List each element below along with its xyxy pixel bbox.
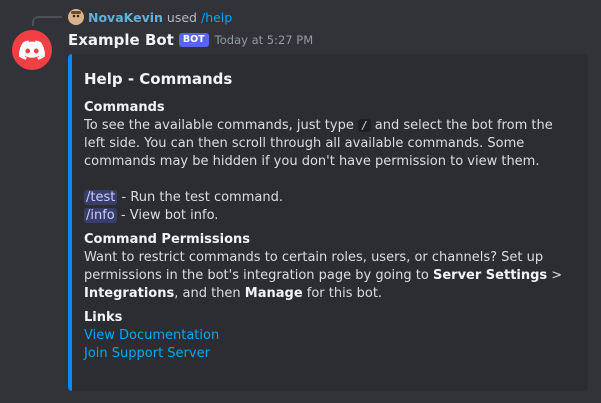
reply-username[interactable]: NovaKevin — [88, 10, 163, 25]
permissions-field-value: Want to restrict commands to certain rol… — [84, 249, 576, 303]
info-command-mention[interactable]: /info — [84, 208, 117, 223]
server-settings-bold: Server Settings — [432, 268, 548, 283]
commands-field: Commands To see the available commands, … — [84, 99, 576, 225]
reply-context[interactable]: NovaKevin used /help — [68, 8, 232, 26]
timestamp[interactable]: Today at 5:27 PM — [215, 33, 313, 47]
join-support-server-link[interactable]: Join Support Server — [84, 345, 576, 363]
author-name[interactable]: Example Bot — [68, 31, 174, 49]
permissions-text-2: , and then — [174, 286, 245, 301]
embed-title: Help - Commands — [84, 70, 233, 88]
bot-tag-badge: BOT — [178, 33, 209, 47]
links-field: Links View Documentation Join Support Se… — [84, 309, 576, 363]
embed: Help - Commands Commands To see the avai… — [68, 54, 588, 391]
message-header: Example Bot BOT Today at 5:27 PM — [68, 31, 313, 49]
info-command-desc: - View bot info. — [116, 208, 219, 223]
bot-avatar[interactable] — [12, 30, 52, 70]
test-command-mention[interactable]: /test — [84, 190, 118, 205]
permissions-text-3: for this bot. — [302, 286, 383, 301]
permissions-field: Command Permissions Want to restrict com… — [84, 231, 576, 303]
reply-spine — [32, 16, 62, 26]
integrations-bold: Integrations — [84, 286, 175, 301]
message: NovaKevin used /help Example Bot BOT Tod… — [0, 0, 601, 403]
permissions-separator: > — [547, 268, 563, 283]
commands-field-name: Commands — [84, 100, 165, 115]
manage-bold: Manage — [244, 286, 303, 301]
commands-field-value: To see the available commands, just type… — [84, 117, 576, 225]
commands-text-3: You can then scroll through all availabl… — [84, 136, 540, 169]
links-field-name: Links — [84, 310, 123, 325]
slash-inline-code: / — [357, 119, 371, 132]
links-field-value: View Documentation Join Support Server — [84, 327, 576, 363]
reply-command[interactable]: /help — [201, 10, 232, 25]
reply-avatar[interactable] — [68, 9, 84, 25]
discord-logo-icon — [19, 40, 45, 60]
reply-used-text: used — [166, 9, 197, 25]
commands-text-1: To see the available commands, just type — [84, 118, 354, 133]
permissions-field-name: Command Permissions — [84, 232, 251, 247]
test-command-desc: - Run the test command. — [117, 190, 283, 205]
view-documentation-link[interactable]: View Documentation — [84, 327, 576, 345]
